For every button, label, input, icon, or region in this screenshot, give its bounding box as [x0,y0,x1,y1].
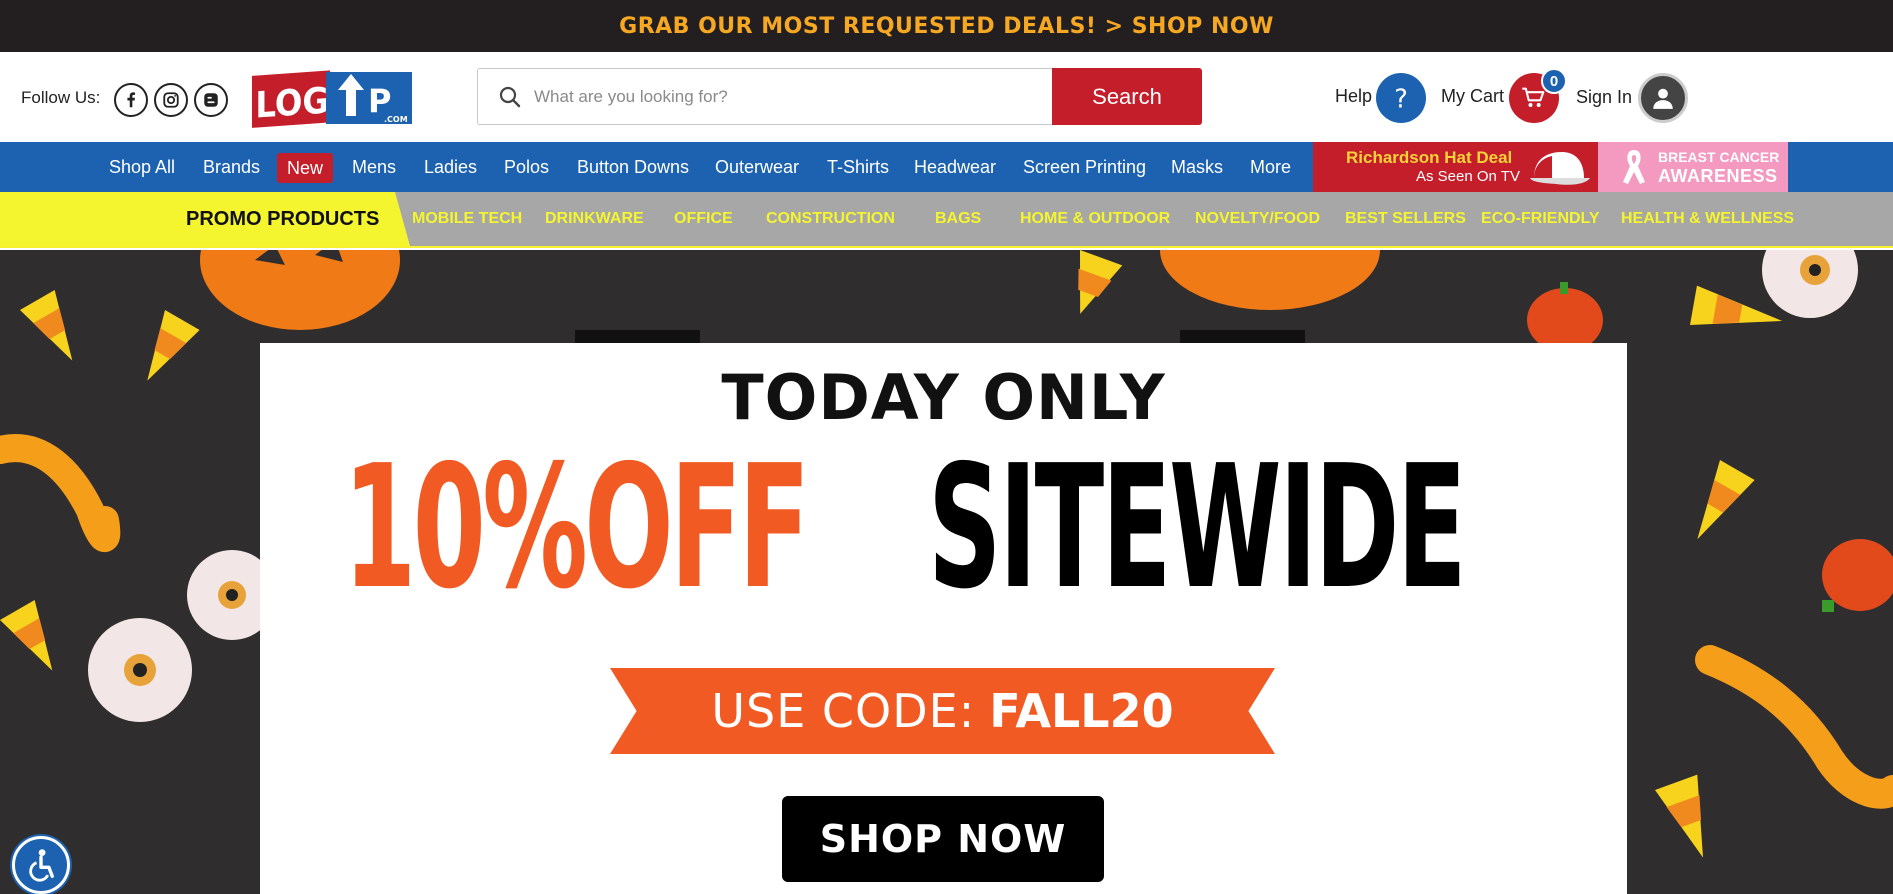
nav-new[interactable]: New [277,153,334,183]
cat-office[interactable]: OFFICE [674,210,733,228]
follow-us-label: Follow Us: [21,88,101,107]
facebook-icon[interactable] [114,83,148,117]
nav-button-downs[interactable]: Button Downs [577,142,689,192]
cat-home-outdoor[interactable]: HOME & OUTDOOR [1020,210,1170,228]
help-icon[interactable]: ? [1376,73,1426,123]
hat-icon [1530,152,1590,185]
search-box [477,68,1053,125]
promo-products-label-box[interactable]: PROMO PRODUCTS [0,192,410,246]
cat-drinkware[interactable]: DRINKWARE [545,210,644,228]
top-promo-bar[interactable]: GRAB OUR MOST REQUESTED DEALS! > SHOP NO… [0,0,1893,52]
top-promo-text[interactable]: GRAB OUR MOST REQUESTED DEALS! > SHOP NO… [619,14,1274,39]
logoup-logo[interactable]: LOGO P .COM [250,66,415,128]
nav-headwear[interactable]: Headwear [914,142,996,192]
sitewide-text: SITEWIDE [928,429,1467,627]
nav-polos[interactable]: Polos [504,142,549,192]
cat-eco-friendly[interactable]: ECO-FRIENDLY [1481,210,1600,228]
search-button[interactable]: Search [1052,68,1202,125]
help-label[interactable]: Help [1335,86,1372,107]
promo-products-label: PROMO PRODUCTS [186,208,380,230]
cat-best-sellers[interactable]: BEST SELLERS [1345,210,1466,228]
nav-mens[interactable]: Mens [352,142,396,192]
cat-health-wellness[interactable]: HEALTH & WELLNESS [1621,210,1794,228]
search-input[interactable] [534,69,1034,124]
hero-banner[interactable]: TODAY ONLY 10%OFF SITEWIDE USE CODE: FAL… [0,250,1893,894]
main-nav: Shop All Brands New Mens Ladies Polos Bu… [0,142,1893,192]
svg-text:.COM: .COM [384,115,408,124]
nav-t-shirts[interactable]: T-Shirts [827,142,889,192]
cat-novelty-food[interactable]: NOVELTY/FOOD [1195,210,1320,228]
cat-bags[interactable]: BAGS [935,210,981,228]
promo-code-prefix: USE CODE: [711,684,976,738]
nav-screen-printing[interactable]: Screen Printing [1023,142,1146,192]
nav-more[interactable]: More [1250,142,1291,192]
nav-shop-all[interactable]: Shop All [109,142,175,192]
site-header: Follow Us: LOGO P .COM Search Help ? My … [0,52,1893,142]
richardson-hat-deal-banner[interactable]: Richardson Hat Deal As Seen On TV [1313,142,1598,192]
bca-line1: BREAST CANCER [1658,149,1780,165]
search-icon [499,86,521,108]
cat-construction[interactable]: CONSTRUCTION [766,210,895,228]
today-only-heading: TODAY ONLY [721,361,1166,434]
hat-deal-subtitle: As Seen On TV [1416,168,1520,185]
sign-in-label[interactable]: Sign In [1576,87,1632,108]
shop-now-button[interactable]: SHOP NOW [782,796,1104,882]
nav-ladies[interactable]: Ladies [424,142,477,192]
cart-count-badge: 0 [1541,68,1567,94]
pink-ribbon-icon [1623,150,1645,184]
promo-code-ribbon: USE CODE: FALL20 [610,668,1275,754]
blogger-icon[interactable] [194,83,228,117]
nav-outerwear[interactable]: Outerwear [715,142,799,192]
discount-text: 10%OFF [343,429,810,627]
bca-line2: AWARENESS [1658,166,1778,186]
cart-label[interactable]: My Cart [1441,86,1504,107]
user-avatar-icon[interactable] [1638,73,1688,123]
svg-text:?: ? [1394,84,1408,112]
nav-masks[interactable]: Masks [1171,142,1223,192]
hero-offer-card: TODAY ONLY 10%OFF SITEWIDE USE CODE: FAL… [260,343,1627,894]
instagram-icon[interactable] [154,83,188,117]
nav-brands[interactable]: Brands [203,142,260,192]
hat-deal-title: Richardson Hat Deal [1346,148,1513,167]
promo-products-bar: PROMO PRODUCTS MOBILE TECH DRINKWARE OFF… [0,192,1893,248]
breast-cancer-awareness-banner[interactable]: BREAST CANCER AWARENESS [1598,142,1788,192]
cat-mobile-tech[interactable]: MOBILE TECH [412,210,522,228]
promo-code: FALL20 [989,684,1174,738]
accessibility-icon[interactable] [12,836,70,894]
